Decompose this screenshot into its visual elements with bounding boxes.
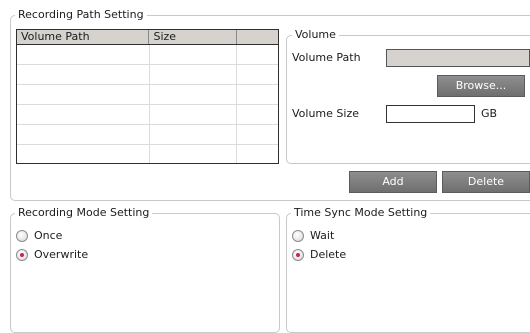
volume-size-input[interactable] xyxy=(386,105,475,123)
table-cell xyxy=(17,125,150,144)
table-cell xyxy=(150,85,238,104)
volume-path-field[interactable] xyxy=(386,49,530,67)
radio-once-label: Once xyxy=(34,229,63,242)
table-cell xyxy=(237,65,278,84)
table-cell xyxy=(17,85,150,104)
table-row[interactable] xyxy=(17,65,278,85)
table-cell xyxy=(150,105,238,124)
recording-path-title: Recording Path Setting xyxy=(15,8,147,22)
volume-size-label: Volume Size xyxy=(292,107,359,120)
radio-once[interactable]: Once xyxy=(16,229,62,243)
time-sync-title: Time Sync Mode Setting xyxy=(291,206,431,220)
column-header-extra[interactable] xyxy=(237,30,278,44)
recording-mode-title: Recording Mode Setting xyxy=(15,206,153,220)
table-row[interactable] xyxy=(17,145,278,163)
table-cell xyxy=(150,65,238,84)
table-row[interactable] xyxy=(17,45,278,65)
radio-delete[interactable]: Delete xyxy=(292,248,346,262)
radio-delete-label: Delete xyxy=(310,248,347,261)
table-cell xyxy=(17,65,150,84)
radio-wait-indicator[interactable] xyxy=(292,230,304,242)
table-body xyxy=(17,45,278,163)
radio-once-indicator[interactable] xyxy=(16,230,28,242)
browse-button[interactable]: Browse... xyxy=(437,75,525,97)
table-cell xyxy=(237,105,278,124)
table-row[interactable] xyxy=(17,85,278,105)
table-cell xyxy=(150,125,238,144)
radio-overwrite-indicator[interactable] xyxy=(16,249,28,261)
table-cell xyxy=(17,45,150,64)
add-button[interactable]: Add xyxy=(349,171,437,193)
volume-title: Volume xyxy=(292,28,339,42)
radio-overwrite[interactable]: Overwrite xyxy=(16,248,88,262)
radio-wait-label: Wait xyxy=(310,229,335,242)
delete-button[interactable]: Delete xyxy=(442,171,530,193)
table-row[interactable] xyxy=(17,105,278,125)
volume-path-label: Volume Path xyxy=(292,51,361,64)
table-cell xyxy=(17,145,150,163)
table-cell xyxy=(237,125,278,144)
table-header: Volume Path Size xyxy=(17,30,278,45)
table-cell xyxy=(150,145,238,163)
table-cell xyxy=(237,145,278,163)
radio-overwrite-label: Overwrite xyxy=(34,248,89,261)
radio-wait[interactable]: Wait xyxy=(292,229,334,243)
column-header-volume-path[interactable]: Volume Path xyxy=(17,30,150,44)
volume-size-unit: GB xyxy=(481,107,498,120)
radio-delete-indicator[interactable] xyxy=(292,249,304,261)
table-cell xyxy=(237,45,278,64)
table-cell xyxy=(150,45,238,64)
table-cell xyxy=(17,105,150,124)
volume-path-table[interactable]: Volume Path Size xyxy=(16,29,279,164)
column-header-size[interactable]: Size xyxy=(149,30,238,44)
table-row[interactable] xyxy=(17,125,278,145)
table-cell xyxy=(237,85,278,104)
